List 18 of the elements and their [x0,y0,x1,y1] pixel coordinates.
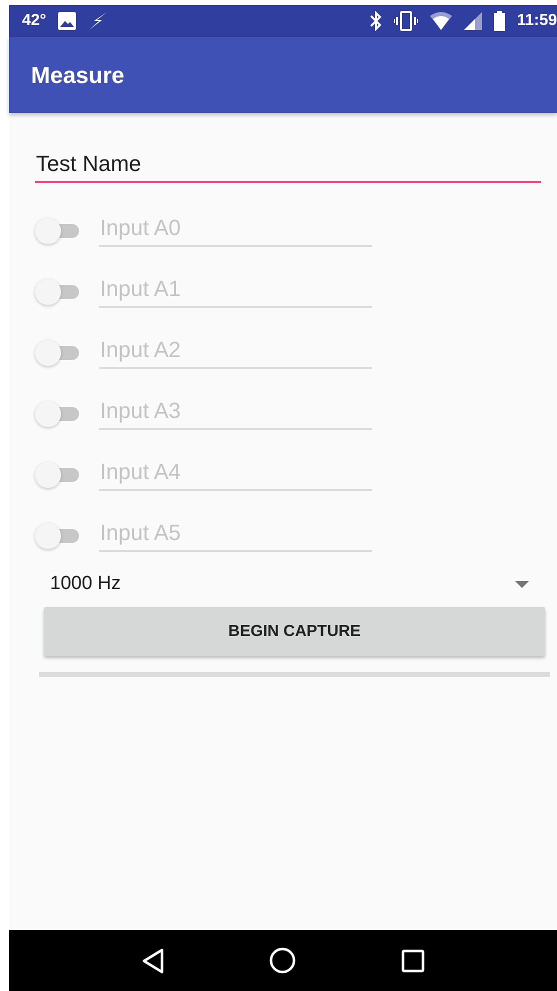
lightning-icon [88,12,108,30]
clock-text: 11:59 [516,12,557,30]
image-icon [58,12,76,30]
vibrate-icon [394,11,418,31]
caret-icon [515,580,529,588]
recents-icon[interactable] [400,948,425,972]
rate-dropdown[interactable]: 1000 Hz [35,563,541,601]
test-name-field[interactable]: Test Name [35,149,541,183]
wifi-icon [430,12,452,30]
home-icon[interactable] [269,947,296,974]
app-title: Measure [31,62,124,88]
battery-icon [494,11,505,31]
bluetooth-icon [370,11,382,31]
temperature-text: 42° [22,12,46,30]
begin-capture-button[interactable]: BEGIN CAPTURE [44,607,545,656]
signal-icon [464,12,482,30]
back-icon[interactable] [141,948,166,974]
dropdown-value: 1000 Hz [50,573,122,595]
